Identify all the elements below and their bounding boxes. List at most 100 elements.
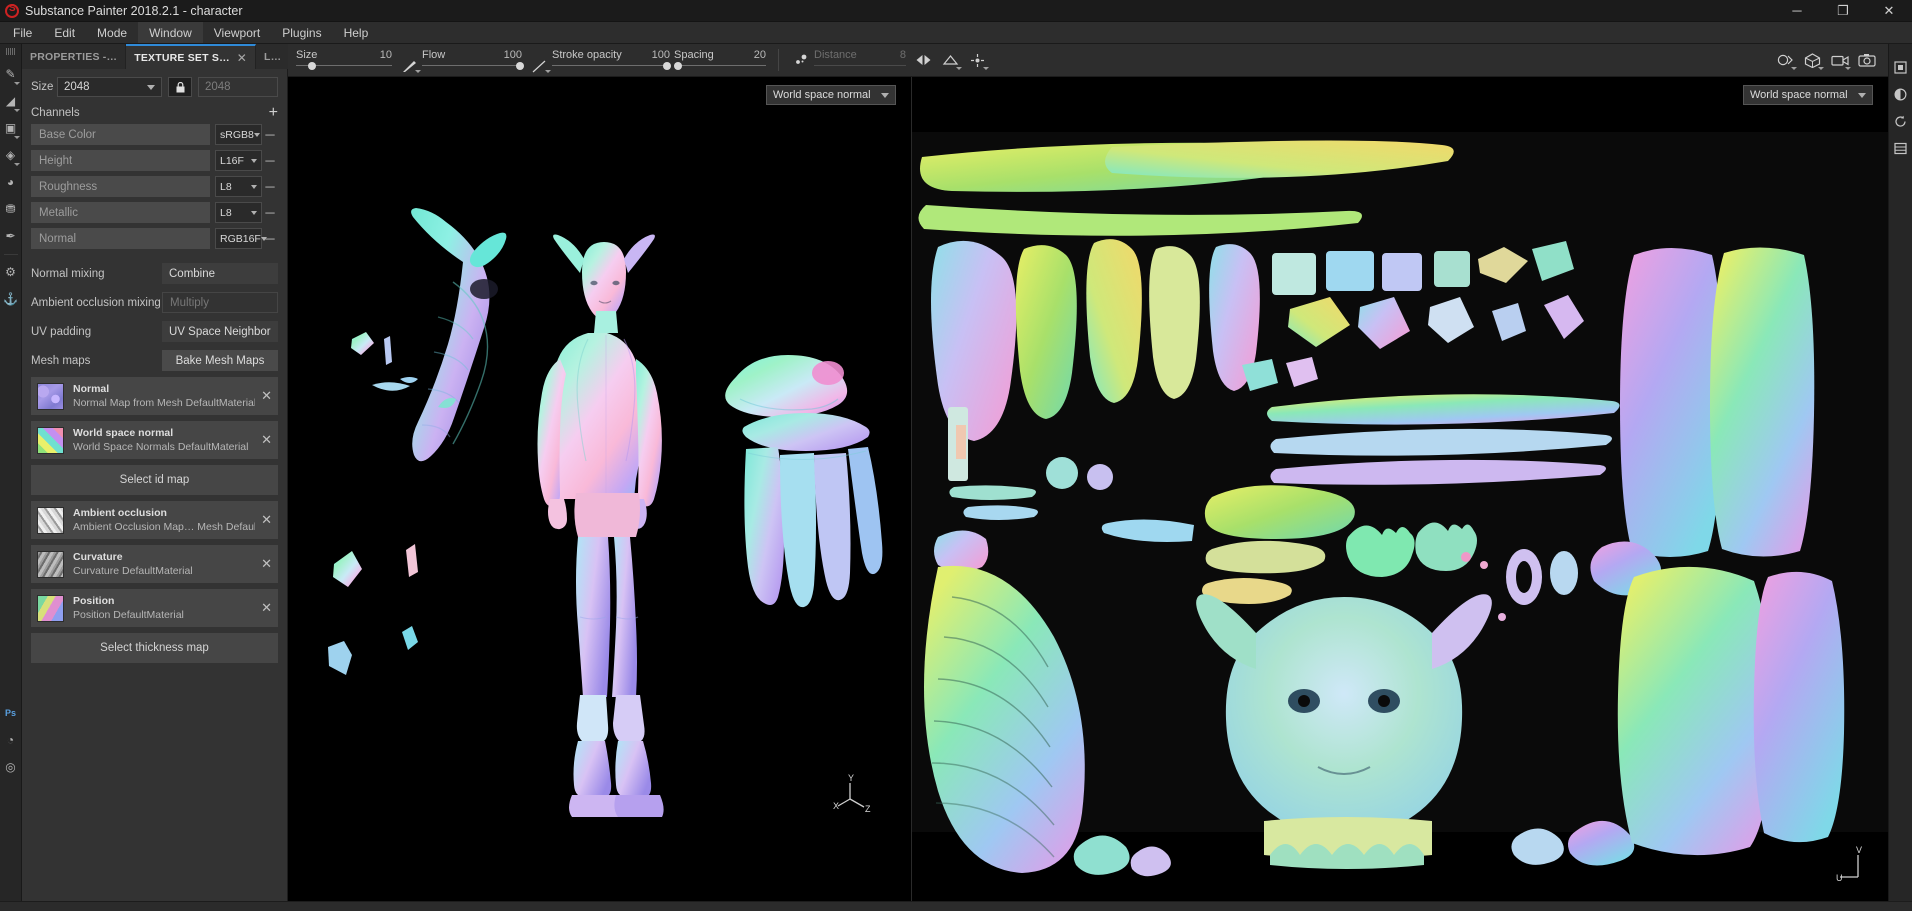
brush-flow-pressure-icon[interactable]: [526, 47, 552, 73]
brush-flow-slider[interactable]: [422, 61, 524, 72]
menu-edit[interactable]: Edit: [43, 22, 86, 43]
uv-dot-3: [1498, 613, 1506, 621]
mesh-map-position[interactable]: Position Position DefaultMaterial ✕: [31, 589, 278, 627]
channel-name-normal[interactable]: Normal: [31, 228, 210, 249]
eraser-tool-icon[interactable]: ◢: [1, 88, 21, 114]
remove-channel-metallic-icon[interactable]: ─: [262, 205, 278, 220]
symmetry-mirror-icon[interactable]: [910, 47, 937, 73]
mesh-map-curvature[interactable]: Curvature Curvature DefaultMaterial ✕: [31, 545, 278, 583]
select-id-map-label: Select id map: [119, 474, 190, 486]
brush-size-pressure-icon[interactable]: [396, 47, 422, 73]
stroke-opacity-knob[interactable]: [662, 61, 671, 70]
viewport-2d-channel-select[interactable]: World space normal: [1743, 85, 1873, 105]
uv-shell-circle-1: [1046, 457, 1078, 489]
remove-channel-normal-icon[interactable]: ─: [262, 231, 278, 246]
rail-drag-handle[interactable]: [5, 48, 16, 55]
mesh-map-curvature-subtitle: Curvature DefaultMaterial: [73, 565, 193, 577]
projection-tool-icon[interactable]: ▣: [1, 115, 21, 141]
brush-size-knob[interactable]: [307, 61, 316, 70]
remove-mesh-map-position-icon[interactable]: ✕: [255, 600, 272, 616]
size-width-select[interactable]: 2048: [57, 77, 162, 97]
stroke-opacity-slider[interactable]: [552, 61, 671, 72]
svg-text:U: U: [1836, 873, 1843, 883]
material-picker-tool-icon[interactable]: ✒: [1, 223, 21, 249]
settings-tool-icon[interactable]: ⚙: [1, 259, 21, 285]
channel-format-normal[interactable]: RGB16F: [215, 228, 262, 249]
spacing-slider[interactable]: [674, 61, 766, 72]
size-height-input[interactable]: 2048: [198, 77, 278, 97]
material-view-icon[interactable]: [1772, 47, 1799, 73]
shelf-icon[interactable]: [1891, 135, 1911, 161]
select-thickness-map-button[interactable]: Select thickness map: [31, 633, 278, 663]
select-id-map-button[interactable]: Select id map: [31, 465, 278, 495]
uv-shell-panel-right-3: [1617, 566, 1773, 856]
channel-format-height[interactable]: L16F: [215, 150, 262, 171]
channel-format-metallic[interactable]: L8: [215, 202, 262, 223]
remove-mesh-map-curvature-icon[interactable]: ✕: [255, 556, 272, 572]
tab-texture-set-settings-label: TEXTURE SET S…: [134, 51, 230, 64]
remove-channel-base-color-icon[interactable]: ─: [262, 127, 278, 142]
rail-divider-1: [3, 254, 18, 255]
tab-texture-set-settings[interactable]: TEXTURE SET S… ✕: [126, 44, 257, 69]
symmetry-plane-icon[interactable]: [937, 47, 964, 73]
mesh-map-normal-title: Normal: [73, 383, 110, 395]
clone-tool-icon[interactable]: ⛃: [1, 196, 21, 222]
brush-size-slider[interactable]: [296, 61, 392, 72]
bake-tool-icon[interactable]: ◔: [1, 727, 21, 753]
menu-window[interactable]: Window: [138, 22, 203, 43]
remove-mesh-map-world-space-normal-icon[interactable]: ✕: [255, 432, 272, 448]
display-settings-icon[interactable]: [1891, 54, 1911, 80]
menu-plugins[interactable]: Plugins: [271, 22, 332, 43]
channel-format-roughness[interactable]: L8: [215, 176, 262, 197]
camera-view-icon[interactable]: [1826, 47, 1853, 73]
tab-layers[interactable]: L…: [256, 44, 291, 69]
channel-name-roughness[interactable]: Roughness: [31, 176, 210, 197]
viewport-3d[interactable]: World space normal Y X Z: [288, 77, 911, 901]
viewport-2d-uv[interactable]: World space normal V U: [911, 77, 1888, 901]
remove-mesh-map-normal-icon[interactable]: ✕: [255, 388, 272, 404]
normal-mixing-select[interactable]: Combine: [162, 263, 278, 284]
history-icon[interactable]: [1891, 108, 1911, 134]
channel-name-metallic[interactable]: Metallic: [31, 202, 210, 223]
brush-flow-knob[interactable]: [516, 61, 524, 70]
viewport-3d-channel-select[interactable]: World space normal: [766, 85, 896, 105]
brush-jitter-icon[interactable]: [787, 47, 814, 73]
uv-padding-select[interactable]: UV Space Neighbor: [162, 321, 278, 342]
anchor-tool-icon[interactable]: ⚓: [1, 286, 21, 312]
spacing-knob[interactable]: [674, 61, 682, 70]
close-icon[interactable]: ✕: [237, 51, 247, 65]
mesh-map-world-space-normal[interactable]: World space normal World Space Normals D…: [31, 421, 278, 459]
size-lock-icon[interactable]: [168, 77, 192, 97]
menu-help[interactable]: Help: [333, 22, 380, 43]
mesh-map-normal-thumbnail: [37, 382, 64, 410]
remove-channel-height-icon[interactable]: ─: [262, 153, 278, 168]
mesh-map-normal[interactable]: Normal Normal Map from Mesh DefaultMater…: [31, 377, 278, 415]
mesh-map-ambient-occlusion[interactable]: Ambient occlusion Ambient Occlusion Map……: [31, 501, 278, 539]
close-button[interactable]: ✕: [1866, 0, 1912, 21]
paint-brush-tool-icon[interactable]: ✎: [1, 61, 21, 87]
tab-properties[interactable]: PROPERTIES -…: [22, 44, 127, 69]
channel-format-base-color[interactable]: sRGB8: [215, 124, 262, 145]
bake-mesh-maps-button[interactable]: Bake Mesh Maps: [162, 350, 278, 371]
maximize-button[interactable]: ❐: [1820, 0, 1866, 21]
menu-viewport[interactable]: Viewport: [203, 22, 271, 43]
add-channel-icon[interactable]: +: [269, 105, 278, 121]
mesh-maps-label: Mesh maps: [31, 354, 91, 367]
remove-mesh-map-ambient-occlusion-icon[interactable]: ✕: [255, 512, 272, 528]
photoshop-export-icon[interactable]: Ps: [1, 700, 21, 726]
environment-settings-icon[interactable]: [1891, 81, 1911, 107]
polygon-fill-tool-icon[interactable]: ◈: [1, 142, 21, 168]
menu-file[interactable]: File: [2, 22, 43, 43]
toolbar-divider-1: [778, 49, 779, 71]
channel-name-height[interactable]: Height: [31, 150, 210, 171]
remove-channel-roughness-icon[interactable]: ─: [262, 179, 278, 194]
iray-render-icon[interactable]: ◎: [1, 754, 21, 780]
render-3d-view-icon[interactable]: [1799, 47, 1826, 73]
uv-shell-square-4: [1434, 251, 1470, 287]
screenshot-icon[interactable]: [1853, 47, 1880, 73]
menu-mode[interactable]: Mode: [86, 22, 138, 43]
channel-name-base-color[interactable]: Base Color: [31, 124, 210, 145]
symmetry-axis-icon[interactable]: [964, 47, 991, 73]
smudge-tool-icon[interactable]: ◕: [1, 169, 21, 195]
minimize-button[interactable]: ─: [1774, 0, 1820, 21]
